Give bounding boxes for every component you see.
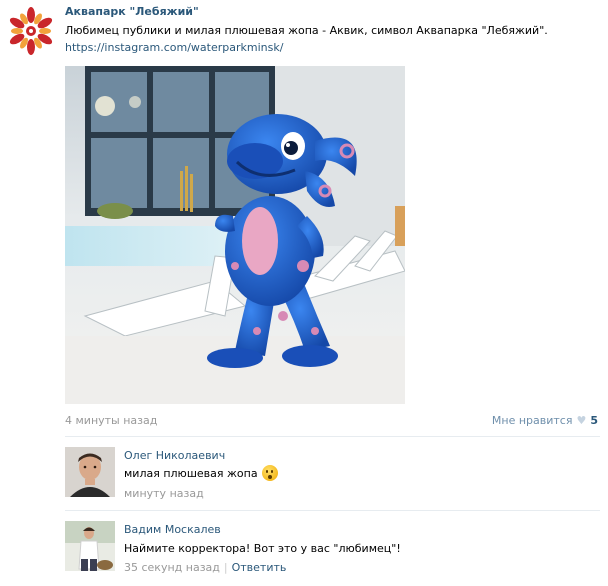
divider (65, 436, 600, 437)
avatar[interactable] (65, 447, 115, 497)
comment-meta: 35 секунд назад | Ответить (124, 561, 286, 574)
reply-link[interactable]: Ответить (232, 561, 287, 574)
comment-text-body: милая плюшевая жопа (124, 466, 258, 480)
wall-post: Аквапарк "Лебяжий" Любимец публики и мил… (0, 0, 608, 586)
comment-author-link[interactable]: Олег Николаевич (124, 449, 225, 462)
like-label: Мне нравится (491, 414, 573, 427)
astonished-face-emoji-icon (261, 465, 278, 481)
like-count: 5 (590, 414, 598, 427)
user-photo-icon (65, 447, 115, 497)
comment-text: милая плюшевая жопа (124, 465, 278, 481)
comment-timestamp[interactable]: минуту назад (124, 487, 204, 500)
comment-author-link[interactable]: Вадим Москалев (124, 523, 221, 536)
comment-timestamp[interactable]: 35 секунд назад (124, 561, 220, 574)
user-photo-icon (65, 521, 115, 571)
avatar[interactable] (65, 521, 115, 571)
comment-text: Наймите корректора! Вот это у вас "любим… (124, 542, 401, 555)
post-photo[interactable] (65, 66, 405, 404)
like-button[interactable]: Мне нравится ♥ 5 (492, 414, 598, 427)
post-text: Любимец публики и милая плюшевая жопа - … (65, 24, 548, 37)
mascot-photo-image (65, 66, 405, 404)
waterpark-logo-icon (9, 7, 53, 55)
group-name-link[interactable]: Аквапарк "Лебяжий" (65, 5, 199, 18)
heart-icon: ♥ (576, 414, 587, 427)
meta-separator: | (223, 561, 228, 574)
instagram-link[interactable]: https://instagram.com/waterparkminsk/ (65, 41, 283, 54)
divider (65, 510, 600, 511)
post-timestamp[interactable]: 4 минуты назад (65, 414, 157, 427)
group-logo[interactable] (6, 6, 56, 56)
